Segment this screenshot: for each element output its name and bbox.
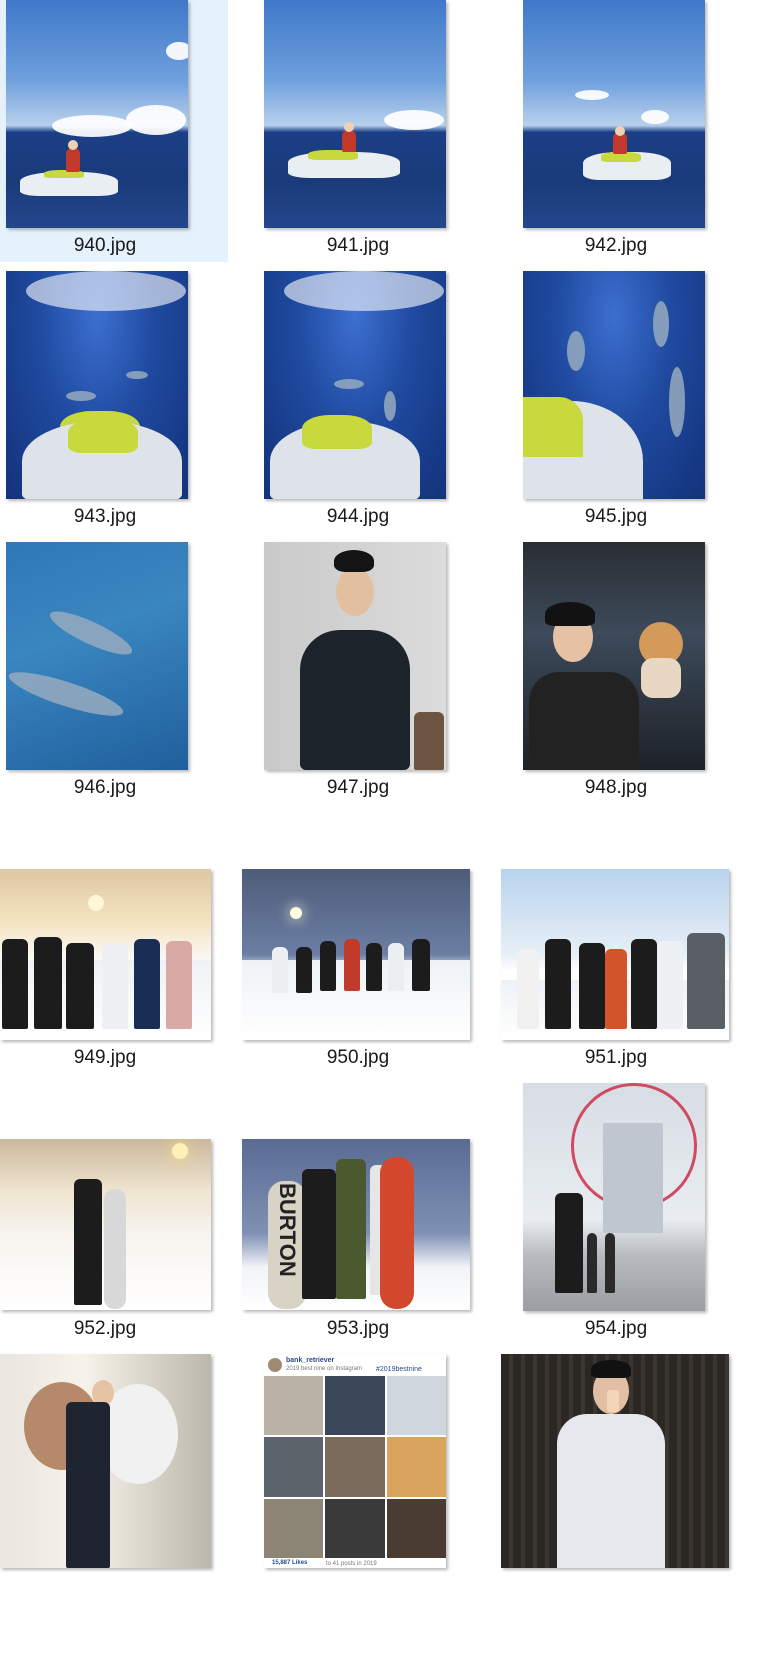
file-label[interactable]: 951.jpg [511,1047,721,1069]
thumbnail-945[interactable] [523,271,705,499]
thumbnail-955[interactable] [0,1354,211,1568]
thumbnail-950[interactable] [242,869,470,1040]
file-label[interactable]: 940.jpg [0,235,210,257]
thumbnail-940[interactable] [6,0,188,228]
thumbnail-943[interactable] [6,271,188,499]
file-label[interactable]: 942.jpg [511,235,721,257]
instagram-posts-count: to 41 posts in 2019 [326,1561,377,1567]
file-label[interactable]: 946.jpg [0,777,210,799]
file-label[interactable]: 954.jpg [511,1318,721,1340]
thumbnail-953[interactable]: BURTON [242,1139,470,1310]
thumbnail-948[interactable] [523,542,705,770]
thumbnail-956[interactable]: bank_retriever 2019 best nine on Instagr… [264,1354,446,1568]
thumbnail-946[interactable] [6,542,188,770]
thumbnail-954[interactable] [523,1083,705,1311]
instagram-likes: 15,887 Likes [272,1560,308,1566]
file-label[interactable]: 944.jpg [253,506,463,528]
snowboard-burton-label: BURTON [275,1183,300,1277]
file-label[interactable]: 941.jpg [253,235,463,257]
instagram-hashtag: #2019bestnine [376,1366,422,1373]
thumbnail-957[interactable] [501,1354,729,1568]
instagram-username: bank_retriever [286,1357,335,1364]
file-label[interactable]: 950.jpg [253,1047,463,1069]
file-label[interactable]: 948.jpg [511,777,721,799]
thumbnail-951[interactable] [501,869,729,1040]
file-label[interactable]: 945.jpg [511,506,721,528]
file-label[interactable]: 953.jpg [253,1318,463,1340]
thumbnail-941[interactable] [264,0,446,228]
thumbnail-944[interactable] [264,271,446,499]
file-label[interactable]: 943.jpg [0,506,210,528]
thumbnail-949[interactable] [0,869,211,1040]
instagram-caption: 2019 best nine on Instagram [286,1366,363,1372]
file-label[interactable]: 949.jpg [0,1047,210,1069]
instagram-photo-grid [264,1376,446,1558]
thumbnail-947[interactable] [264,542,446,770]
thumbnail-952[interactable] [0,1139,211,1310]
file-label[interactable]: 947.jpg [253,777,463,799]
file-label[interactable]: 952.jpg [0,1318,210,1340]
thumbnail-942[interactable] [523,0,705,228]
scrollbar-track[interactable] [731,0,783,1680]
